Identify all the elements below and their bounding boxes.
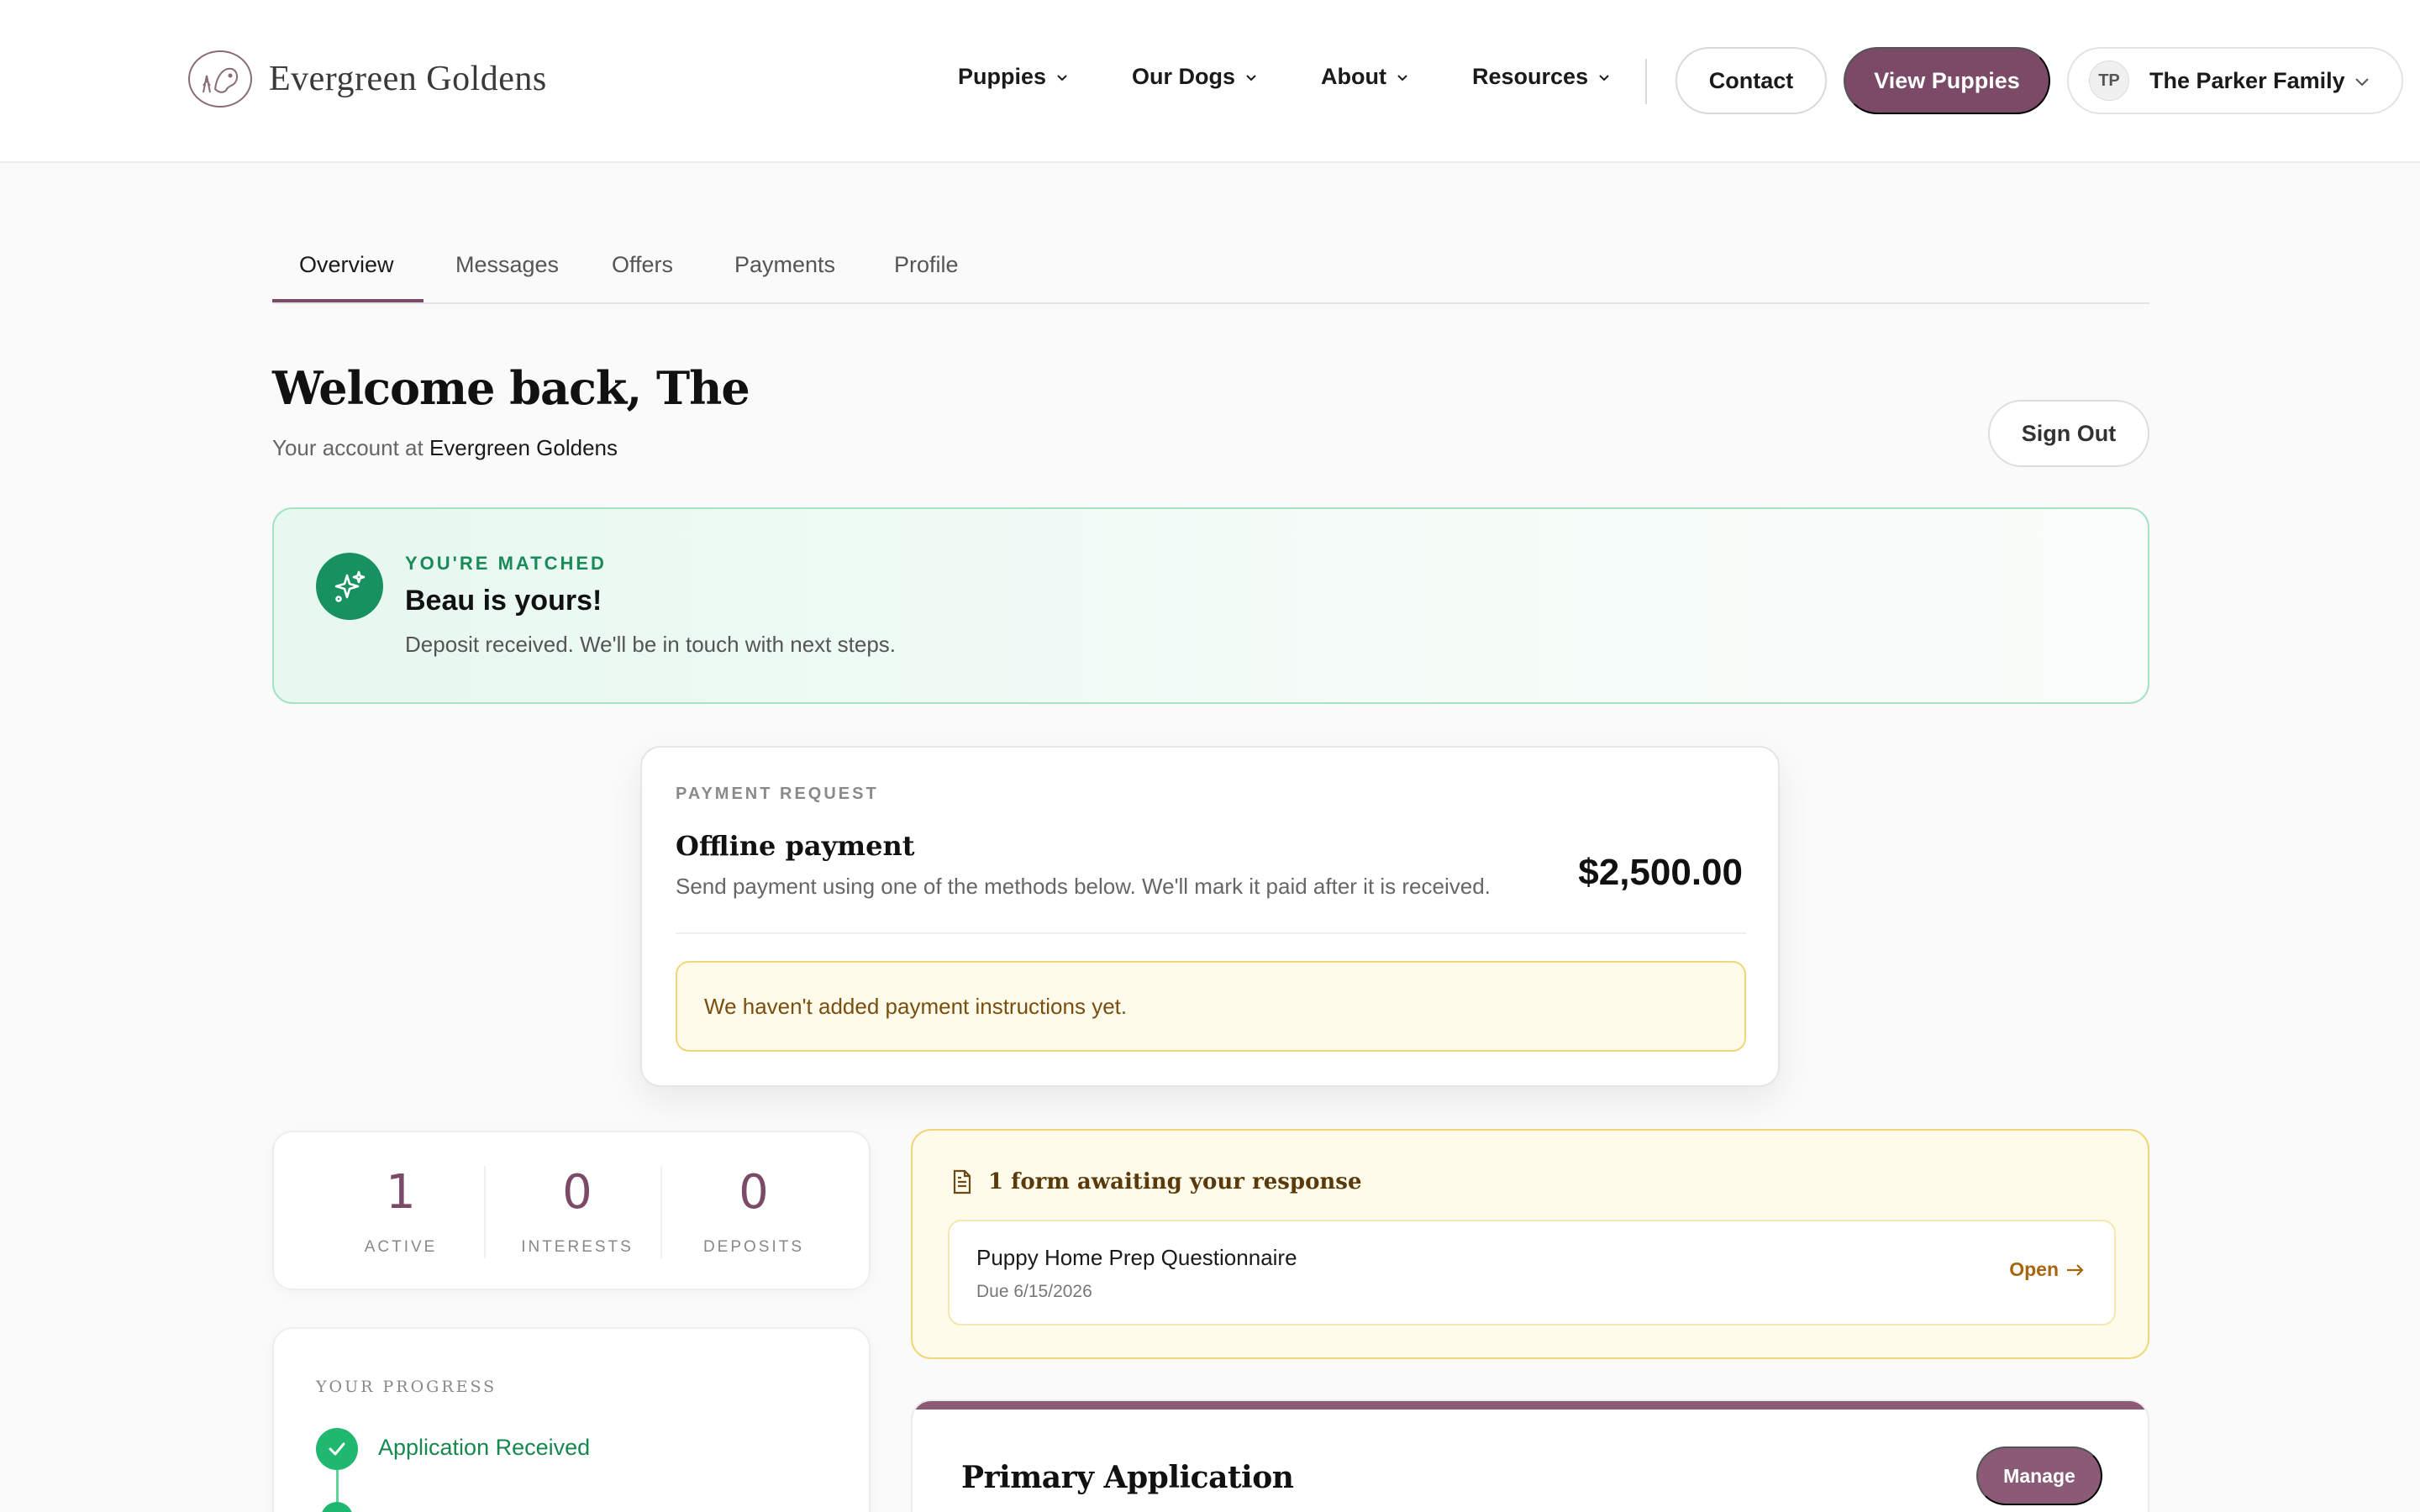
application-accent-bar [913,1401,2148,1410]
stat-deposits-label: DEPOSITS [702,1238,805,1256]
payment-title: Offline payment [676,830,915,862]
account-tabs: Overview Messages Offers Payments Profil… [272,244,2149,304]
stat-interests-value: 0 [562,1165,592,1220]
progress-card: YOUR PROGRESS Application Received [272,1327,871,1512]
chevron-down-icon [1057,74,1067,81]
nav-puppies[interactable]: Puppies [958,64,1068,90]
application-title: Primary Application [961,1460,1294,1495]
matched-title: Beau is yours! [405,585,602,617]
contact-button[interactable]: Contact [1676,47,1827,114]
payment-notice-text: We haven't added payment instructions ye… [704,993,1128,1019]
payment-subtitle: Send payment using one of the methods be… [676,874,1491,899]
open-form-label: Open [2009,1258,2059,1280]
list-item[interactable]: Puppy Home Prep Questionnaire Due 6/15/2… [948,1220,2116,1326]
nav-puppies-label: Puppies [958,64,1047,89]
nav-resources-label: Resources [1472,64,1589,89]
manage-button[interactable]: Manage [1976,1446,2102,1505]
form-due-date: Due 6/15/2026 [976,1282,1092,1301]
payment-divider [676,932,1746,934]
brand-logo[interactable]: Evergreen Goldens [188,50,547,108]
arrow-right-icon [2067,1263,2084,1276]
tab-payments[interactable]: Payments [734,252,835,278]
chevron-down-icon [1397,74,1407,81]
stat-divider [660,1166,662,1258]
stat-interests-label: INTERESTS [521,1238,634,1256]
chevron-down-icon [1599,74,1609,81]
account-name: Evergreen Goldens [429,435,618,460]
stat-deposits: 0 DEPOSITS [666,1169,842,1257]
progress-step-label: Application Received [378,1435,591,1460]
user-name: The Parker Family [2149,67,2345,93]
active-tab-indicator [272,299,424,302]
nav-our-dogs-label: Our Dogs [1132,64,1236,89]
nav-about-label: About [1321,64,1387,89]
matched-subtitle: Deposit received. We'll be in touch with… [405,632,896,657]
account-line: Your account at Evergreen Goldens [272,435,618,461]
matched-banner: YOU'RE MATCHED Beau is yours! Deposit re… [272,507,2149,704]
view-puppies-button[interactable]: View Puppies [1844,47,2050,114]
payment-notice: We haven't added payment instructions ye… [676,961,1746,1052]
nav-about[interactable]: About [1321,64,1408,90]
chevron-down-icon [1246,74,1256,81]
payment-label: PAYMENT REQUEST [676,785,879,803]
site-header: Evergreen Goldens Puppies Our Dogs About… [0,0,2420,163]
matched-label: YOU'RE MATCHED [405,553,607,574]
tab-messages[interactable]: Messages [455,252,559,278]
tab-offers[interactable]: Offers [612,252,673,278]
document-icon [953,1169,971,1194]
avatar: TP [2089,60,2129,101]
stat-active-label: ACTIVE [364,1238,438,1256]
stat-deposits-value: 0 [739,1165,769,1220]
progress-label: YOUR PROGRESS [316,1378,497,1396]
nav-our-dogs[interactable]: Our Dogs [1132,64,1257,90]
stat-divider [484,1166,486,1258]
stat-active: 1 ACTIVE [313,1169,489,1257]
chevron-down-icon [2355,78,2369,87]
payment-request-card: PAYMENT REQUEST Offline payment Send pay… [640,746,1780,1087]
stat-interests: 0 INTERESTS [489,1169,666,1257]
open-form-link[interactable]: Open [2009,1258,2086,1281]
nav-resources[interactable]: Resources [1472,64,1610,90]
main-nav: Puppies Our Dogs About Resources [958,64,1674,90]
sparkles-icon [316,553,383,620]
check-icon [316,1428,358,1470]
forms-title: 1 form awaiting your response [988,1169,1362,1194]
progress-next-dot [321,1502,353,1512]
forms-awaiting-card: 1 form awaiting your response Puppy Home… [911,1129,2149,1359]
dog-logo-icon [188,50,252,108]
forms-header: 1 form awaiting your response [951,1169,1362,1194]
stats-card: 1 ACTIVE 0 INTERESTS 0 DEPOSITS [272,1131,871,1290]
payment-amount: $2,500.00 [1578,852,1743,893]
nav-divider [1645,59,1647,104]
account-prefix: Your account at [272,435,424,460]
user-menu[interactable]: TP The Parker Family [2067,47,2403,114]
tab-overview[interactable]: Overview [299,252,394,278]
form-name: Puppy Home Prep Questionnaire [976,1245,1297,1270]
tab-profile[interactable]: Profile [894,252,959,278]
sign-out-button[interactable]: Sign Out [1988,400,2149,467]
page-title: Welcome back, The [272,361,750,415]
brand-name: Evergreen Goldens [269,60,547,98]
application-card: Primary Application Manage [911,1399,2149,1512]
stat-active-value: 1 [386,1165,416,1220]
